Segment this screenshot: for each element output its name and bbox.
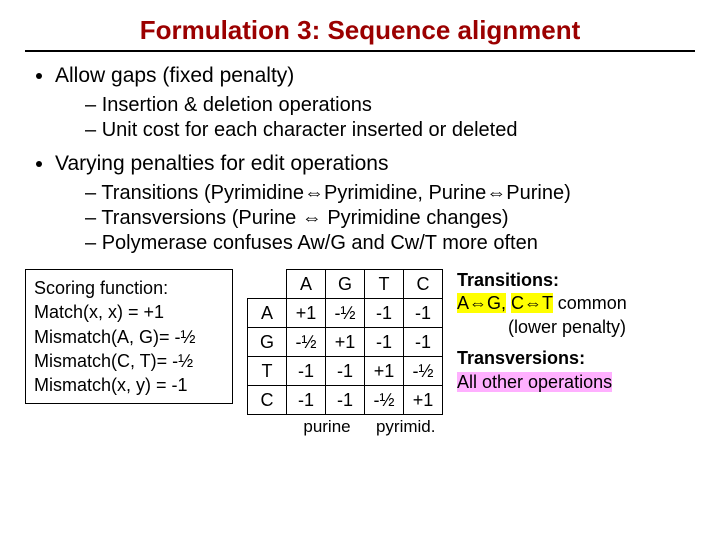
row-header: T: [248, 357, 287, 386]
matrix-cell: +1: [326, 328, 365, 357]
scoring-line: Match(x, x) = +1: [34, 300, 224, 324]
matrix-cell: -½: [287, 328, 326, 357]
bullet-2c: Polymerase confuses Aw/G and Cw/T more o…: [85, 232, 695, 255]
bullet-1a: Insertion & deletion operations: [85, 94, 695, 117]
col-header: T: [365, 270, 404, 299]
matrix-cell: -1: [404, 299, 443, 328]
footer-label-pyrimidine: pyrimid.: [369, 417, 443, 437]
notes-text: common: [553, 293, 627, 313]
matrix-cell: -½: [404, 357, 443, 386]
matrix-cell: -½: [326, 299, 365, 328]
notes-heading-transversions: Transversions:: [457, 348, 585, 368]
matrix-cell: +1: [365, 357, 404, 386]
matrix-cell: +1: [287, 299, 326, 328]
col-header: A: [287, 270, 326, 299]
highlight-transversions: All other operations: [457, 372, 612, 392]
highlight-ag: A⇔G,: [457, 293, 506, 313]
col-header: C: [404, 270, 443, 299]
scoring-line: Mismatch(C, T)= -½: [34, 349, 224, 373]
scoring-line: Scoring function:: [34, 276, 224, 300]
matrix-cell: -1: [404, 328, 443, 357]
bullet-2b: Transversions (Purine ⇔ Pyrimidine chang…: [85, 207, 695, 230]
notes-text: (lower penalty): [457, 316, 677, 339]
matrix-cell: -1: [365, 328, 404, 357]
row-header: C: [248, 386, 287, 415]
matrix-cell: -1: [287, 357, 326, 386]
scoring-box: Scoring function: Match(x, x) = +1 Misma…: [25, 269, 233, 404]
slide-title: Formulation 3: Sequence alignment: [25, 15, 695, 52]
notes-heading-transitions: Transitions:: [457, 270, 559, 290]
bullet-1: Allow gaps (fixed penalty): [55, 64, 695, 88]
matrix-cell: -½: [365, 386, 404, 415]
scoring-line: Mismatch(A, G)= -½: [34, 325, 224, 349]
bullet-2: Varying penalties for edit operations: [55, 152, 695, 176]
matrix-cell: -1: [326, 386, 365, 415]
col-header: G: [326, 270, 365, 299]
row-header: A: [248, 299, 287, 328]
bullet-2a: Transitions (Pyrimidine⇔Pyrimidine, Puri…: [85, 182, 695, 205]
matrix-cell: -1: [365, 299, 404, 328]
matrix-cell: -1: [326, 357, 365, 386]
footer-label-purine: purine: [290, 417, 364, 437]
matrix-cell: -1: [287, 386, 326, 415]
bullet-1b: Unit cost for each character inserted or…: [85, 119, 695, 142]
notes-box: Transitions: A⇔G, C⇔T common (lower pena…: [457, 269, 677, 394]
bullet-list: Allow gaps (fixed penalty) Insertion & d…: [25, 64, 695, 255]
highlight-ct: C⇔T: [511, 293, 553, 313]
scoring-line: Mismatch(x, y) = -1: [34, 373, 224, 397]
substitution-matrix: A G T C A +1 -½ -1 -1 G -½ +1 -1 -1 T: [247, 269, 443, 437]
matrix-cell: +1: [404, 386, 443, 415]
row-header: G: [248, 328, 287, 357]
